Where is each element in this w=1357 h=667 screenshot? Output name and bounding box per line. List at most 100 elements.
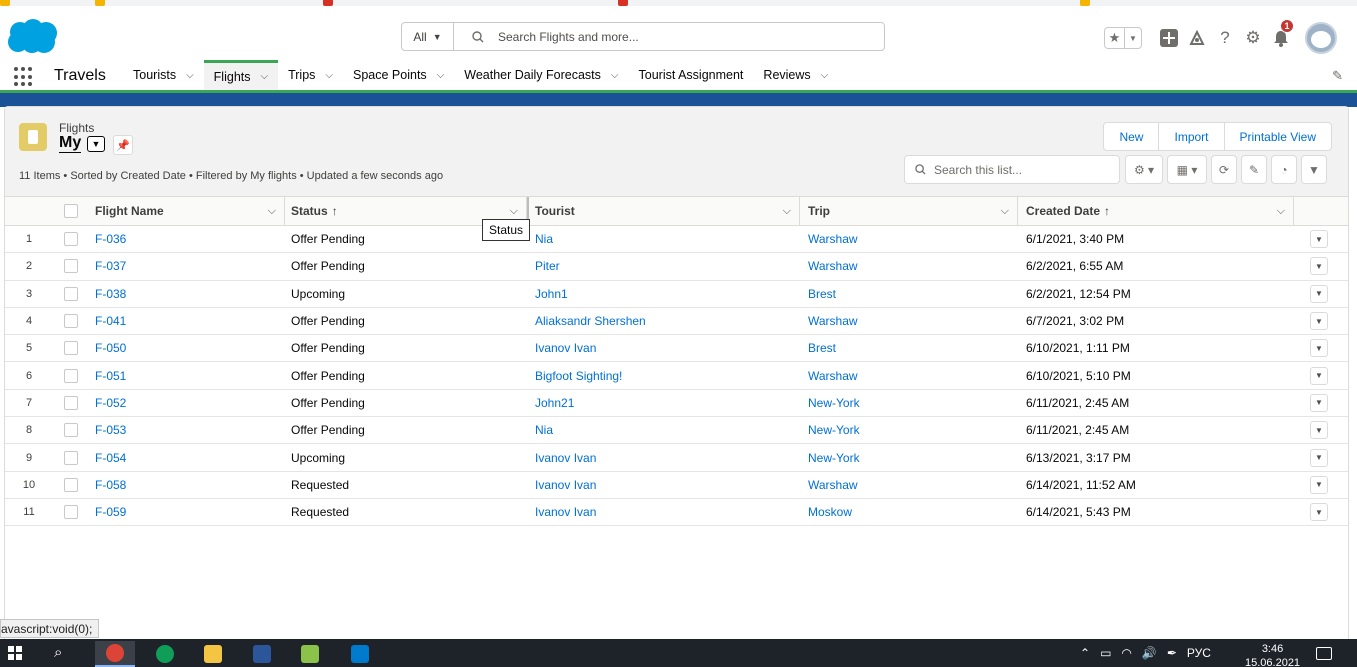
row-checkbox[interactable] bbox=[64, 232, 78, 247]
tourist-link[interactable]: Ivanov Ivan bbox=[527, 472, 800, 498]
row-checkbox[interactable] bbox=[64, 395, 78, 410]
tourist-link[interactable]: Bigfoot Sighting! bbox=[527, 362, 800, 388]
flight-name-link[interactable]: F-059 bbox=[89, 499, 285, 525]
flight-name-link[interactable]: F-051 bbox=[89, 362, 285, 388]
row-actions-dropdown-icon[interactable]: ▼ bbox=[1310, 230, 1328, 249]
tourist-link[interactable]: Ivanov Ivan bbox=[527, 444, 800, 470]
row-actions-dropdown-icon[interactable]: ▼ bbox=[1310, 393, 1328, 412]
chart-icon[interactable]: ◔ bbox=[1271, 155, 1297, 184]
tourist-link[interactable]: Piter bbox=[527, 253, 800, 279]
chevron-down-icon[interactable]: ⌵ bbox=[510, 205, 518, 218]
nav-item-reviews[interactable]: Reviews ⌵ bbox=[753, 60, 838, 90]
global-actions-plus-icon[interactable] bbox=[1155, 24, 1183, 52]
row-actions-dropdown-icon[interactable]: ▼ bbox=[1310, 421, 1328, 440]
nav-item-tourists[interactable]: Tourists ⌵ bbox=[123, 60, 204, 90]
flight-name-link[interactable]: F-052 bbox=[89, 390, 285, 416]
tourist-link[interactable]: John1 bbox=[527, 281, 800, 307]
row-actions-dropdown-icon[interactable]: ▼ bbox=[1310, 312, 1328, 331]
row-actions-dropdown-icon[interactable]: ▼ bbox=[1310, 448, 1328, 467]
trip-link[interactable]: Warshaw bbox=[800, 472, 1018, 498]
taskbar-chrome-profile-icon[interactable] bbox=[145, 641, 185, 667]
row-checkbox[interactable] bbox=[64, 368, 78, 383]
nav-item-flights[interactable]: Flights ⌵ bbox=[203, 60, 279, 90]
help-icon[interactable]: ? bbox=[1211, 24, 1239, 52]
list-view-switcher-icon[interactable]: ▼ bbox=[87, 136, 105, 152]
trip-link[interactable]: New-York bbox=[800, 390, 1018, 416]
edit-list-pencil-icon[interactable]: ✎ bbox=[1241, 155, 1267, 184]
volume-icon[interactable]: 🔊 bbox=[1142, 646, 1157, 660]
row-actions-dropdown-icon[interactable]: ▼ bbox=[1310, 339, 1328, 358]
nav-item-space-points[interactable]: Space Points ⌵ bbox=[343, 60, 454, 90]
tourist-link[interactable]: Ivanov Ivan bbox=[527, 335, 800, 361]
flight-name-link[interactable]: F-053 bbox=[89, 417, 285, 443]
taskbar-file-explorer-icon[interactable] bbox=[193, 641, 233, 667]
nav-item-weather-daily-forecasts[interactable]: Weather Daily Forecasts ⌵ bbox=[454, 60, 628, 90]
column-header-created-date[interactable]: Created Date ↑ ⌵ bbox=[1018, 197, 1294, 225]
row-checkbox[interactable] bbox=[64, 314, 78, 329]
wifi-icon[interactable]: ◠ bbox=[1121, 646, 1131, 660]
chevron-down-icon[interactable]: ⌵ bbox=[1001, 205, 1009, 218]
notifications-bell-icon[interactable]: 1 bbox=[1267, 19, 1295, 52]
flight-name-link[interactable]: F-041 bbox=[89, 308, 285, 334]
tourist-link[interactable]: Nia bbox=[527, 417, 800, 443]
row-checkbox[interactable] bbox=[64, 423, 78, 438]
column-header-tourist[interactable]: Tourist ⌵ bbox=[527, 197, 800, 225]
setup-gear-icon[interactable]: ⚙ bbox=[1239, 24, 1267, 52]
row-actions-dropdown-icon[interactable]: ▼ bbox=[1310, 503, 1328, 522]
new-button[interactable]: New bbox=[1104, 123, 1160, 150]
taskbar-clock[interactable]: 3:46 15.06.2021 bbox=[1245, 642, 1300, 667]
flight-name-link[interactable]: F-037 bbox=[89, 253, 285, 279]
row-actions-dropdown-icon[interactable]: ▼ bbox=[1310, 257, 1328, 276]
taskbar-chrome-icon[interactable] bbox=[95, 641, 135, 667]
row-checkbox[interactable] bbox=[64, 341, 78, 356]
row-actions-dropdown-icon[interactable]: ▼ bbox=[1310, 366, 1328, 385]
select-all-checkbox[interactable] bbox=[64, 204, 78, 218]
row-checkbox[interactable] bbox=[64, 505, 78, 520]
chevron-down-icon[interactable]: ⌵ bbox=[325, 70, 333, 81]
trailhead-guidance-icon[interactable] bbox=[1183, 24, 1211, 52]
flight-name-link[interactable]: F-038 bbox=[89, 281, 285, 307]
filter-icon[interactable]: ▼ bbox=[1301, 155, 1327, 184]
trip-link[interactable]: Brest bbox=[800, 335, 1018, 361]
taskbar-search-icon[interactable]: ⌕ bbox=[54, 644, 62, 661]
list-view-name[interactable]: My bbox=[59, 134, 82, 153]
nav-item-tourist-assignment[interactable]: Tourist Assignment bbox=[629, 60, 754, 90]
list-controls-gear-icon[interactable]: ⚙ ▾ bbox=[1125, 155, 1163, 184]
printable-view-button[interactable]: Printable View bbox=[1225, 123, 1332, 150]
trip-link[interactable]: Warshaw bbox=[800, 362, 1018, 388]
favorites-dropdown-icon[interactable]: ▼ bbox=[1125, 28, 1141, 48]
trip-link[interactable]: New-York bbox=[800, 444, 1018, 470]
display-as-table-icon[interactable]: ▦ ▾ bbox=[1167, 155, 1207, 184]
salesforce-logo-icon[interactable] bbox=[6, 18, 58, 54]
tray-chevron-up-icon[interactable]: ⌃ bbox=[1080, 646, 1090, 660]
nav-item-trips[interactable]: Trips ⌵ bbox=[278, 60, 343, 90]
flight-name-link[interactable]: F-058 bbox=[89, 472, 285, 498]
trip-link[interactable]: Moskow bbox=[800, 499, 1018, 525]
row-actions-dropdown-icon[interactable]: ▼ bbox=[1310, 284, 1328, 303]
trip-link[interactable]: Warshaw bbox=[800, 308, 1018, 334]
user-avatar[interactable] bbox=[1305, 22, 1337, 54]
chevron-down-icon[interactable]: ⌵ bbox=[1277, 205, 1285, 218]
taskbar-word-icon[interactable] bbox=[242, 641, 282, 667]
pin-list-view-icon[interactable]: 📌 bbox=[113, 135, 133, 155]
row-checkbox[interactable] bbox=[64, 477, 78, 492]
flight-name-link[interactable]: F-050 bbox=[89, 335, 285, 361]
search-scope-dropdown[interactable]: All ▼ bbox=[402, 23, 454, 50]
input-language[interactable]: РУС bbox=[1187, 646, 1211, 660]
tourist-link[interactable]: Nia bbox=[527, 226, 800, 252]
trip-link[interactable]: Brest bbox=[800, 281, 1018, 307]
column-header-trip[interactable]: Trip ⌵ bbox=[800, 197, 1018, 225]
taskbar-notepad-icon[interactable] bbox=[290, 641, 330, 667]
list-search-input[interactable]: Search this list... bbox=[904, 155, 1120, 184]
flight-name-link[interactable]: F-036 bbox=[89, 226, 285, 252]
tourist-link[interactable]: John21 bbox=[527, 390, 800, 416]
chevron-down-icon[interactable]: ⌵ bbox=[261, 71, 269, 82]
global-search-input[interactable]: Search Flights and more... bbox=[454, 23, 884, 50]
chevron-down-icon[interactable]: ⌵ bbox=[268, 205, 276, 218]
action-center-icon[interactable] bbox=[1316, 647, 1332, 660]
chevron-down-icon[interactable]: ⌵ bbox=[783, 205, 791, 218]
taskbar-vscode-icon[interactable] bbox=[340, 641, 380, 667]
chevron-down-icon[interactable]: ⌵ bbox=[821, 70, 829, 81]
trip-link[interactable]: New-York bbox=[800, 417, 1018, 443]
app-launcher-grid-icon[interactable] bbox=[14, 67, 34, 87]
